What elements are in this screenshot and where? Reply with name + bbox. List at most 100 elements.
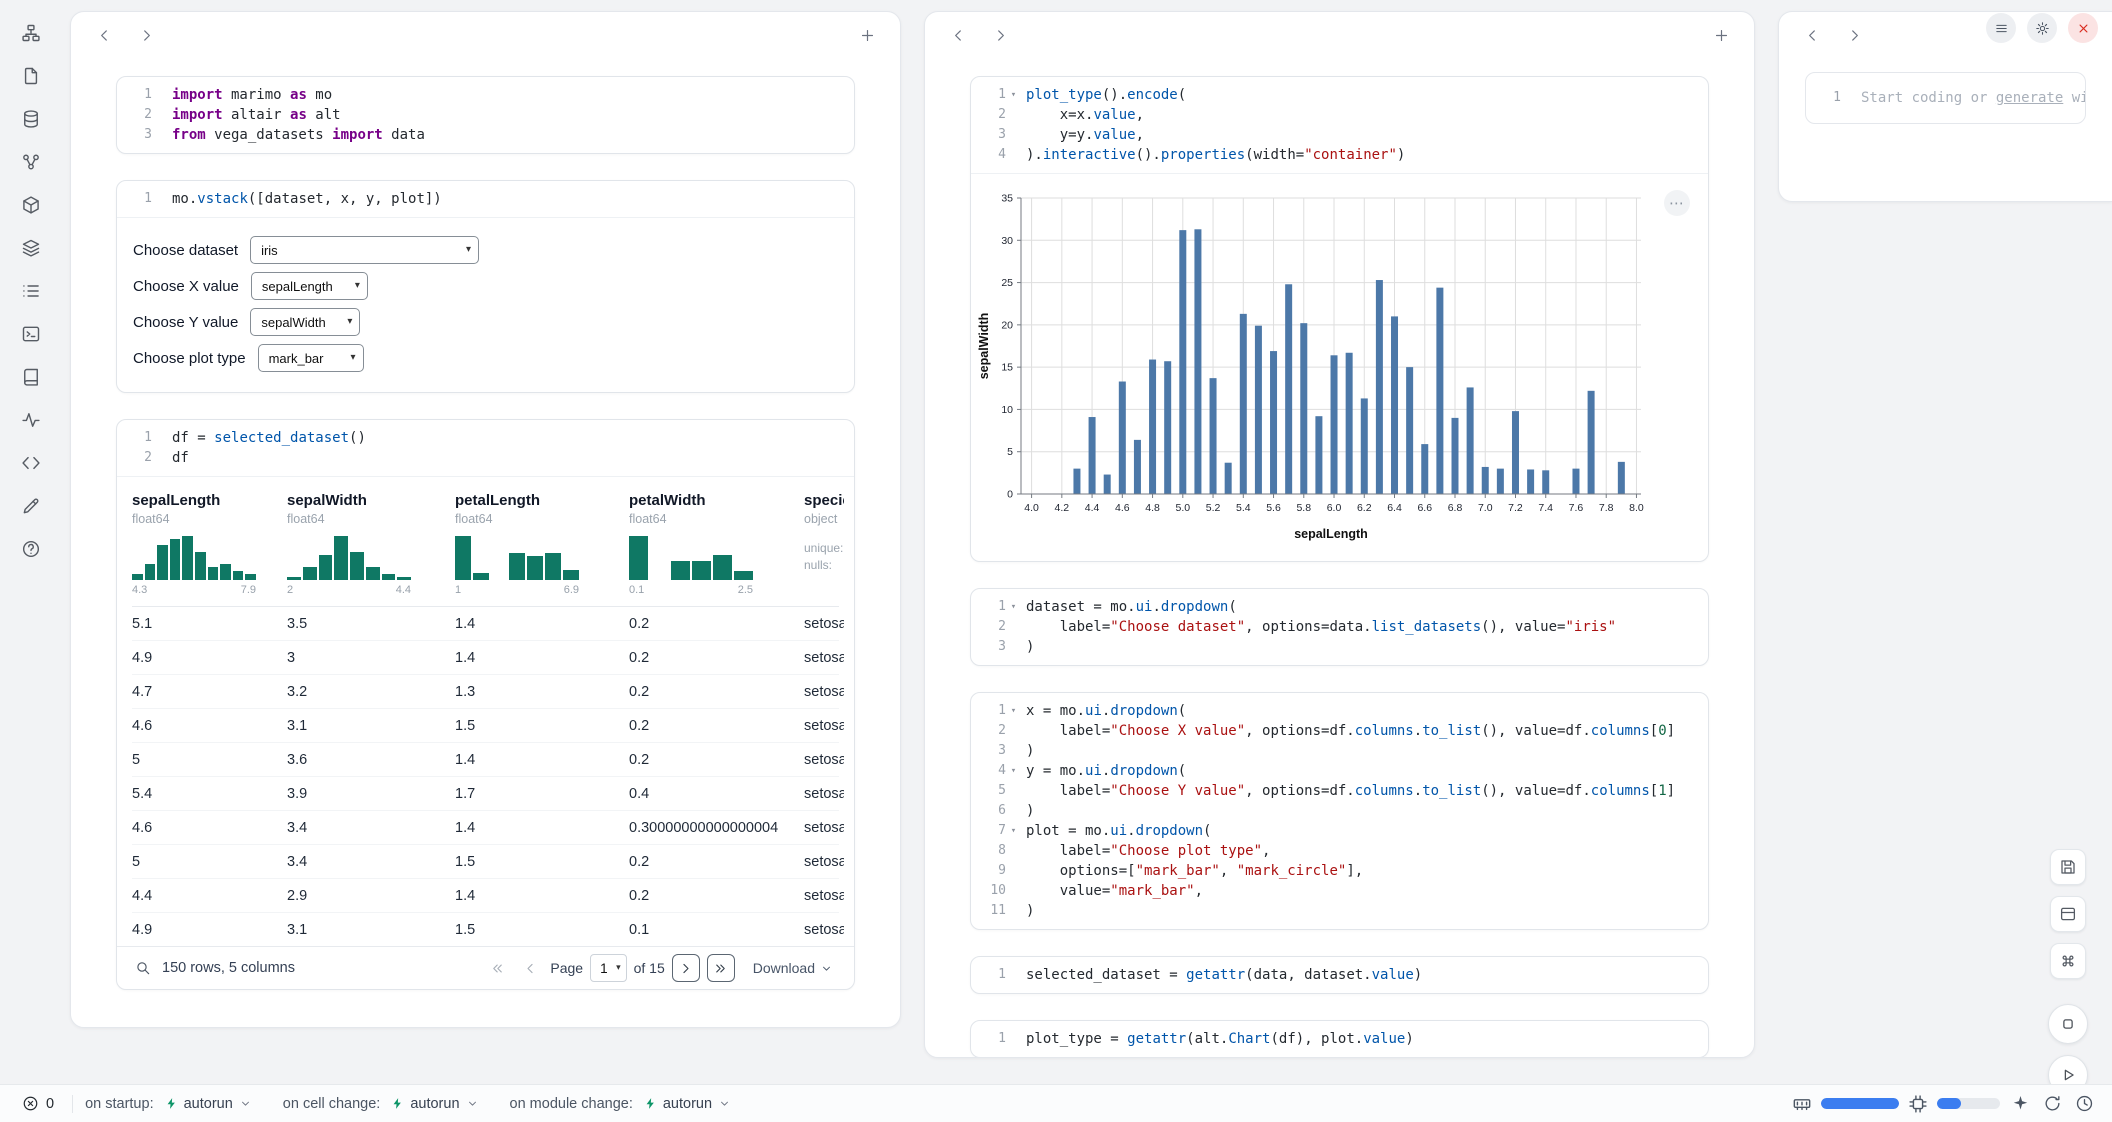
download-button[interactable]: Download <box>747 956 839 980</box>
line-number-text: 9 <box>998 861 1006 881</box>
stat-label: unique: <box>804 540 844 557</box>
add-cell-button[interactable] <box>854 22 880 48</box>
code-editor[interactable]: 1import marimo as mo2import altair as al… <box>117 77 854 153</box>
line-number-gutter: 1▾ <box>971 597 1021 617</box>
code-editor[interactable]: 1▾x = mo.ui.dropdown(2 label="Choose X v… <box>971 693 1708 929</box>
panel-packages-button[interactable] <box>16 190 46 220</box>
empty-cell-editor[interactable]: 1 Start coding or generate with AI. <box>1805 72 2086 124</box>
table-row[interactable]: 4.63.11.50.2setosa <box>132 709 839 743</box>
session-time-button[interactable] <box>2073 1092 2096 1115</box>
chevron-left-icon <box>950 27 967 44</box>
scroll-column-left-button[interactable] <box>1799 22 1825 48</box>
scroll-column-right-button[interactable] <box>987 22 1013 48</box>
command-palette-button[interactable] <box>2050 943 2086 979</box>
panel-snippets-button[interactable] <box>16 448 46 478</box>
table-row[interactable]: 4.73.21.30.2setosa <box>132 675 839 709</box>
layout-toggle-button[interactable] <box>2050 896 2086 932</box>
save-button[interactable] <box>2050 849 2086 885</box>
search-button[interactable] <box>132 957 154 979</box>
table-column-header[interactable]: speciesobjectunique:nulls: <box>804 491 844 606</box>
code-content: ) <box>1021 637 1034 657</box>
dropdown-label: Choose X value <box>133 278 239 295</box>
table-row[interactable]: 53.61.40.2setosa <box>132 743 839 777</box>
chevron-down-icon: ▾ <box>347 316 352 327</box>
panel-datasets-button[interactable] <box>16 104 46 134</box>
dropdown-select[interactable]: iris▾ <box>250 236 479 264</box>
dropdown-form: Choose datasetiris▾Choose X valuesepalLe… <box>117 218 854 392</box>
code-content: ) <box>1021 801 1034 821</box>
code-editor[interactable]: 1df = selected_dataset()2df <box>117 420 854 476</box>
table-row[interactable]: 53.41.50.2setosa <box>132 845 839 879</box>
line-number-gutter: 11 <box>971 901 1021 921</box>
scroll-column-left-button[interactable] <box>945 22 971 48</box>
panel-outline-button[interactable] <box>16 276 46 306</box>
console-button[interactable] <box>2048 1004 2088 1044</box>
code-editor[interactable]: 1selected_dataset = getattr(data, datase… <box>971 957 1708 993</box>
placeholder-text: Start coding or <box>1861 90 1996 106</box>
code-token: , options=df. <box>1245 723 1355 739</box>
table-row[interactable]: 4.931.40.2setosa <box>132 641 839 675</box>
next-page-button[interactable] <box>672 954 700 982</box>
table-column-header[interactable]: sepalWidthfloat6424.4 <box>287 491 455 606</box>
table-row[interactable]: 4.42.91.40.2setosa <box>132 879 839 913</box>
run-mode-select[interactable]: autorun <box>384 1093 485 1115</box>
ai-assist-button[interactable] <box>2009 1092 2032 1115</box>
histogram-bar <box>734 571 753 580</box>
chart-actions-button[interactable]: ⋯ <box>1664 190 1690 216</box>
restart-kernel-button[interactable] <box>2041 1092 2064 1115</box>
refresh-icon <box>2043 1094 2062 1113</box>
fold-toggle-icon[interactable]: ▾ <box>1006 701 1021 721</box>
table-cell: 5 <box>132 854 287 870</box>
table-column-header[interactable]: sepalLengthfloat644.37.9 <box>132 491 287 606</box>
table-column-header[interactable]: petalWidthfloat640.12.5 <box>629 491 804 606</box>
table-row[interactable]: 4.63.41.40.30000000000000004setosa <box>132 811 839 845</box>
run-mode-select[interactable]: autorun <box>637 1093 738 1115</box>
page-number-select[interactable]: 1▾ <box>590 954 627 982</box>
fold-toggle-icon[interactable]: ▾ <box>1006 821 1021 841</box>
code-editor[interactable]: 1▾dataset = mo.ui.dropdown(2 label="Choo… <box>971 589 1708 665</box>
panel-files-button[interactable] <box>16 61 46 91</box>
panel-scratchpad-button[interactable] <box>16 491 46 521</box>
scroll-column-left-button[interactable] <box>91 22 117 48</box>
last-page-button[interactable] <box>707 954 735 982</box>
table-row[interactable]: 4.93.11.50.1setosa <box>132 913 839 946</box>
settings-button[interactable] <box>2027 13 2057 43</box>
histogram-bar <box>245 574 256 580</box>
scroll-column-right-button[interactable] <box>133 22 159 48</box>
scroll-column-right-button[interactable] <box>1841 22 1867 48</box>
fold-toggle-icon[interactable]: ▾ <box>1006 761 1021 781</box>
run-mode-select[interactable]: autorun <box>158 1093 259 1115</box>
table-cell: 5.4 <box>132 786 287 802</box>
table-column-header[interactable]: petalLengthfloat6416.9 <box>455 491 629 606</box>
dropdown-select[interactable]: sepalWidth▾ <box>250 308 360 336</box>
table-cell: 0.2 <box>629 650 804 666</box>
panel-logs-button[interactable] <box>16 319 46 349</box>
chevron-right-icon <box>992 27 1009 44</box>
add-cell-button[interactable] <box>1708 22 1734 48</box>
table-row[interactable]: 5.13.51.40.2setosa <box>132 607 839 641</box>
prev-page-button[interactable] <box>517 955 543 981</box>
dropdown-select[interactable]: mark_bar▾ <box>258 344 364 372</box>
table-cell: 0.2 <box>629 718 804 734</box>
first-page-button[interactable] <box>484 955 510 981</box>
code-editor[interactable]: 1plot_type = getattr(alt.Chart(df), plot… <box>971 1021 1708 1057</box>
panel-documentation-button[interactable] <box>16 362 46 392</box>
notebook-menu-button[interactable] <box>1986 13 2016 43</box>
panel-help-button[interactable] <box>16 534 46 564</box>
code-editor[interactable]: 1▾plot_type().encode(2 x=x.value,3 y=y.v… <box>971 77 1708 173</box>
dropdown-select[interactable]: sepalLength▾ <box>251 272 368 300</box>
panel-file-tree-button[interactable] <box>16 18 46 48</box>
generate-with-ai-link[interactable]: generate <box>1996 90 2063 106</box>
shutdown-button[interactable] <box>2068 13 2098 43</box>
panel-dependencies-button[interactable] <box>16 233 46 263</box>
table-row[interactable]: 5.43.91.70.4setosa <box>132 777 839 811</box>
line-number-text: 2 <box>998 617 1006 637</box>
fold-toggle-icon[interactable]: ▾ <box>1006 597 1021 617</box>
code-editor[interactable]: 1mo.vstack([dataset, x, y, plot]) <box>117 181 854 217</box>
fold-toggle-icon[interactable]: ▾ <box>1006 85 1021 105</box>
errors-indicator[interactable]: 0 <box>16 1092 60 1115</box>
stat-label: nulls: <box>804 557 844 574</box>
code-token: . <box>1127 823 1135 839</box>
panel-variables-button[interactable] <box>16 147 46 177</box>
panel-tracebacks-button[interactable] <box>16 405 46 435</box>
